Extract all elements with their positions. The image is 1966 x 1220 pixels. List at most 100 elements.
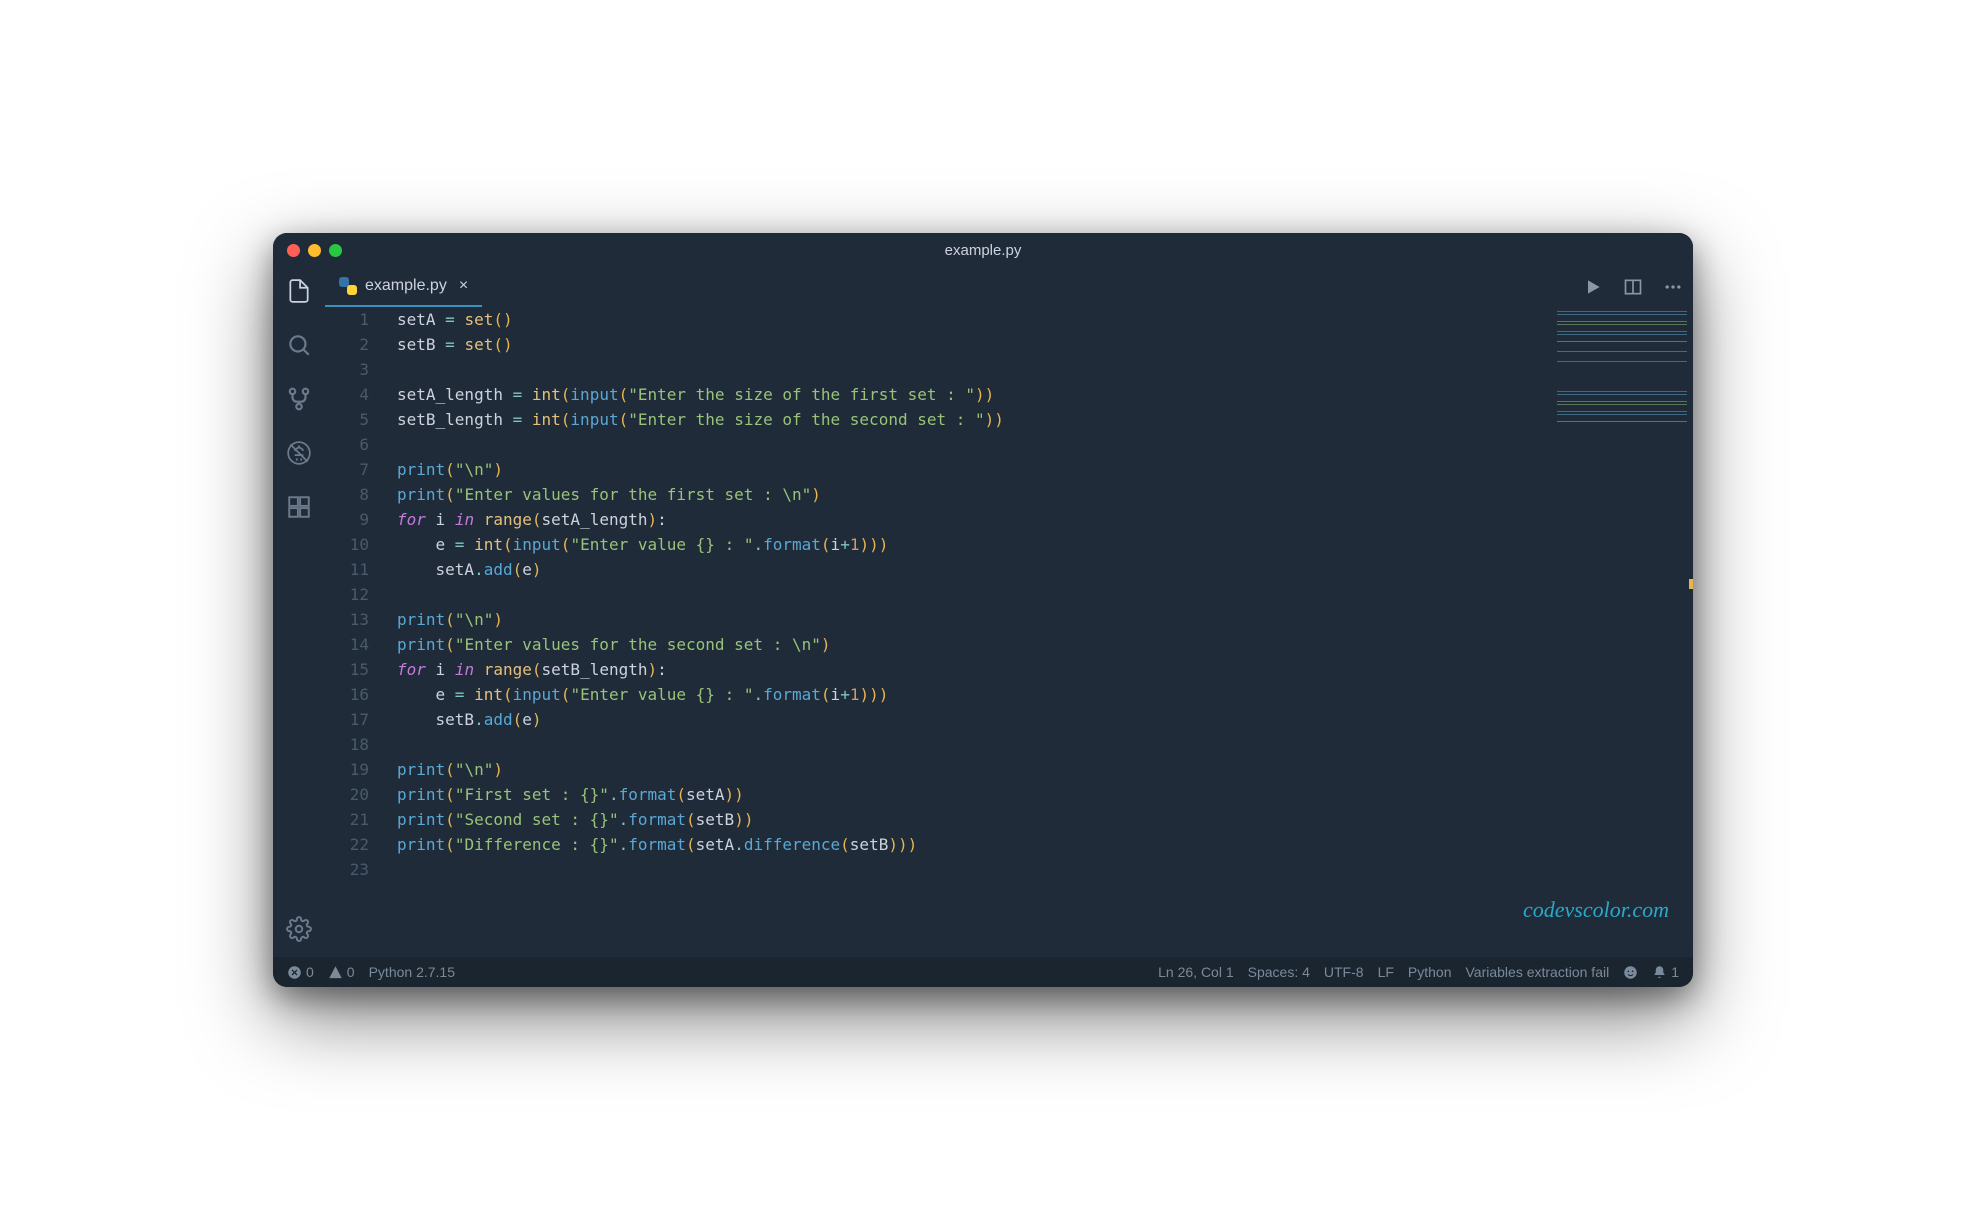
search-icon[interactable] xyxy=(285,331,313,359)
code-content[interactable]: e = int(input("Enter value {} : ".format… xyxy=(397,682,888,707)
code-line[interactable]: 11 setA.add(e) xyxy=(325,557,1693,582)
settings-gear-icon[interactable] xyxy=(285,915,313,943)
line-number: 2 xyxy=(325,332,397,357)
code-line[interactable]: 12 xyxy=(325,582,1693,607)
line-number: 22 xyxy=(325,832,397,857)
line-number: 10 xyxy=(325,532,397,557)
code-line[interactable]: 10 e = int(input("Enter value {} : ".for… xyxy=(325,532,1693,557)
code-line[interactable]: 14print("Enter values for the second set… xyxy=(325,632,1693,657)
line-number: 16 xyxy=(325,682,397,707)
line-number: 11 xyxy=(325,557,397,582)
minimize-window-button[interactable] xyxy=(308,244,321,257)
line-number: 12 xyxy=(325,582,397,607)
line-number: 1 xyxy=(325,307,397,332)
line-number: 23 xyxy=(325,857,397,882)
code-content[interactable]: setA = set() xyxy=(397,307,513,332)
status-bar: 0 0 Python 2.7.15 Ln 26, Col 1 Spaces: 4… xyxy=(273,957,1693,987)
line-number: 18 xyxy=(325,732,397,757)
status-notifications[interactable]: 1 xyxy=(1652,964,1679,980)
code-content[interactable]: print("Enter values for the first set : … xyxy=(397,482,821,507)
code-line[interactable]: 5setB_length = int(input("Enter the size… xyxy=(325,407,1693,432)
code-line[interactable]: 19print("\n") xyxy=(325,757,1693,782)
line-number: 17 xyxy=(325,707,397,732)
status-python-version[interactable]: Python 2.7.15 xyxy=(369,964,455,980)
line-number: 5 xyxy=(325,407,397,432)
window-title: example.py xyxy=(273,242,1693,259)
explorer-icon[interactable] xyxy=(285,277,313,305)
split-editor-icon[interactable] xyxy=(1623,277,1643,297)
code-line[interactable]: 22print("Difference : {}".format(setA.di… xyxy=(325,832,1693,857)
status-encoding[interactable]: UTF-8 xyxy=(1324,964,1364,980)
code-content[interactable]: for i in range(setB_length): xyxy=(397,657,667,682)
code-line[interactable]: 21print("Second set : {}".format(setB)) xyxy=(325,807,1693,832)
code-content[interactable]: setB_length = int(input("Enter the size … xyxy=(397,407,1004,432)
code-content[interactable]: setB = set() xyxy=(397,332,513,357)
line-number: 8 xyxy=(325,482,397,507)
code-content[interactable]: print("Second set : {}".format(setB)) xyxy=(397,807,753,832)
code-line[interactable]: 18 xyxy=(325,732,1693,757)
code-editor[interactable]: 1setA = set()2setB = set()34setA_length … xyxy=(325,307,1693,957)
code-content[interactable]: e = int(input("Enter value {} : ".format… xyxy=(397,532,888,557)
code-line[interactable]: 17 setB.add(e) xyxy=(325,707,1693,732)
status-warnings[interactable]: 0 xyxy=(328,964,355,980)
code-content[interactable]: print("\n") xyxy=(397,607,503,632)
editor-window: example.py xyxy=(273,233,1693,987)
status-language[interactable]: Python xyxy=(1408,964,1452,980)
line-number: 14 xyxy=(325,632,397,657)
debug-disabled-icon[interactable] xyxy=(285,439,313,467)
code-line[interactable]: 7print("\n") xyxy=(325,457,1693,482)
traffic-lights xyxy=(287,244,342,257)
code-line[interactable]: 9for i in range(setA_length): xyxy=(325,507,1693,532)
code-line[interactable]: 4setA_length = int(input("Enter the size… xyxy=(325,382,1693,407)
tab-label: example.py xyxy=(365,277,447,295)
line-number: 7 xyxy=(325,457,397,482)
code-line[interactable]: 13print("\n") xyxy=(325,607,1693,632)
line-number: 20 xyxy=(325,782,397,807)
python-file-icon xyxy=(339,277,357,295)
line-number: 19 xyxy=(325,757,397,782)
code-line[interactable]: 20print("First set : {}".format(setA)) xyxy=(325,782,1693,807)
line-number: 15 xyxy=(325,657,397,682)
tab-close-icon[interactable]: × xyxy=(455,277,468,295)
code-line[interactable]: 2setB = set() xyxy=(325,332,1693,357)
run-icon[interactable] xyxy=(1583,277,1603,297)
code-content[interactable]: setB.add(e) xyxy=(397,707,542,732)
minimap[interactable] xyxy=(1557,311,1687,431)
code-line[interactable]: 1setA = set() xyxy=(325,307,1693,332)
status-indentation[interactable]: Spaces: 4 xyxy=(1248,964,1310,980)
editor-actions xyxy=(1583,277,1683,297)
code-line[interactable]: 15for i in range(setB_length): xyxy=(325,657,1693,682)
maximize-window-button[interactable] xyxy=(329,244,342,257)
line-number: 21 xyxy=(325,807,397,832)
overview-ruler-mark xyxy=(1689,579,1693,589)
code-line[interactable]: 6 xyxy=(325,432,1693,457)
extensions-icon[interactable] xyxy=(285,493,313,521)
activity-bar xyxy=(273,267,325,957)
line-number: 3 xyxy=(325,357,397,382)
status-eol[interactable]: LF xyxy=(1378,964,1394,980)
code-line[interactable]: 23 xyxy=(325,857,1693,882)
code-line[interactable]: 3 xyxy=(325,357,1693,382)
tab-example-py[interactable]: example.py × xyxy=(325,267,482,307)
code-content[interactable]: print("First set : {}".format(setA)) xyxy=(397,782,744,807)
status-feedback-icon[interactable] xyxy=(1623,965,1638,980)
code-content[interactable]: print("Enter values for the second set :… xyxy=(397,632,831,657)
line-number: 13 xyxy=(325,607,397,632)
line-number: 4 xyxy=(325,382,397,407)
source-control-icon[interactable] xyxy=(285,385,313,413)
close-window-button[interactable] xyxy=(287,244,300,257)
status-variables[interactable]: Variables extraction fail xyxy=(1466,964,1610,980)
status-errors[interactable]: 0 xyxy=(287,964,314,980)
tabs-row: example.py × xyxy=(325,267,1693,307)
code-content[interactable]: print("\n") xyxy=(397,457,503,482)
code-line[interactable]: 8print("Enter values for the first set :… xyxy=(325,482,1693,507)
more-actions-icon[interactable] xyxy=(1663,277,1683,297)
code-content[interactable]: for i in range(setA_length): xyxy=(397,507,667,532)
code-content[interactable]: print("\n") xyxy=(397,757,503,782)
code-line[interactable]: 16 e = int(input("Enter value {} : ".for… xyxy=(325,682,1693,707)
code-content[interactable]: setA.add(e) xyxy=(397,557,542,582)
code-content[interactable]: setA_length = int(input("Enter the size … xyxy=(397,382,994,407)
code-content[interactable]: print("Difference : {}".format(setA.diff… xyxy=(397,832,917,857)
titlebar: example.py xyxy=(273,233,1693,267)
status-cursor-position[interactable]: Ln 26, Col 1 xyxy=(1158,964,1234,980)
